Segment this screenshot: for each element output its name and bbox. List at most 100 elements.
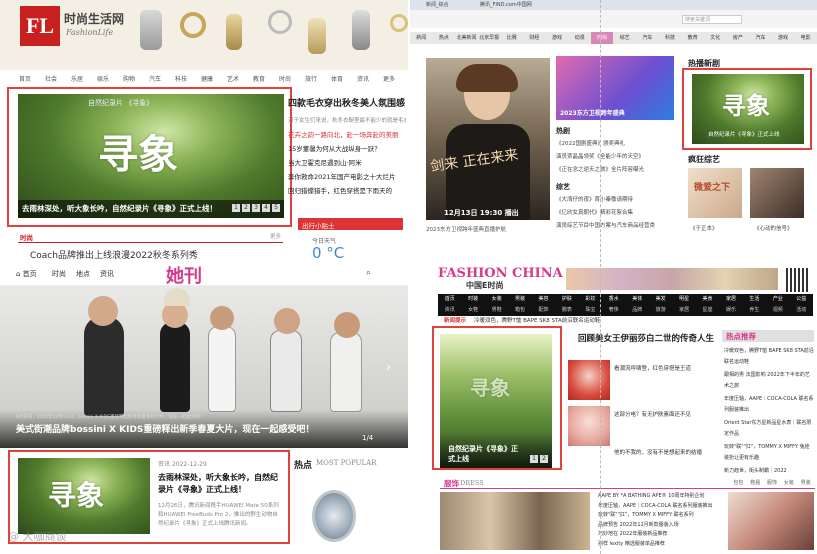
nav-item[interactable]: 科技 <box>659 32 682 44</box>
show-banner[interactable]: 2023东方卫视跨年盛典 <box>556 56 674 120</box>
side-banner[interactable]: 出行小贴士 <box>298 218 403 230</box>
variety-item[interactable]: 《大湾仔的夜》首小秦敬请期待 <box>556 194 686 207</box>
section-tab[interactable]: 鞋履 <box>747 479 764 486</box>
nav-item[interactable]: 文化 <box>704 32 727 44</box>
nav-item[interactable]: 时尚 <box>52 269 66 279</box>
nav-item[interactable]: 视频 <box>766 305 789 316</box>
nav-item[interactable]: 资讯 <box>438 305 461 316</box>
nav-item[interactable]: 购物 <box>116 74 142 83</box>
nav-item[interactable]: 生活 <box>743 294 766 305</box>
nav-item[interactable]: 腕表 <box>555 305 578 316</box>
nav-item[interactable]: 娱乐 <box>90 74 116 83</box>
nav-item[interactable]: 男鞋 <box>485 305 508 316</box>
nav-item[interactable]: 养生 <box>743 305 766 316</box>
header-ad[interactable] <box>566 268 778 290</box>
nav-item[interactable]: 品牌 <box>626 305 649 316</box>
headline[interactable]: 四款毛衣穿出秋冬美人氛围感 <box>288 96 405 109</box>
crazy-item[interactable]: 《心动的信号》 <box>754 224 793 232</box>
nav-item[interactable]: 综艺 <box>613 32 636 44</box>
nav-item[interactable]: 美容 <box>532 294 555 305</box>
nav-item[interactable]: 游戏 <box>772 32 795 44</box>
search-icon[interactable]: ⌕ <box>366 268 371 278</box>
nav-item[interactable]: 艺术 <box>220 74 246 83</box>
crazy-thumb[interactable] <box>750 168 804 218</box>
article-thumb[interactable] <box>568 406 610 446</box>
hot-item[interactable]: 冷暖双色，腾野T恤 BAPE SK8 STA前沿联名运动鞋 <box>724 346 814 367</box>
nav-item[interactable]: 娱乐 <box>719 305 742 316</box>
section-label[interactable]: 时尚 <box>20 232 33 242</box>
nav-item[interactable]: 比赛 <box>500 32 523 44</box>
hero-carousel[interactable]: 美式街潮品牌bossini X KIDS重磅释出新季春夏大片，现在一起感受吧！ … <box>0 286 408 448</box>
nav-item[interactable]: 健康 <box>194 74 220 83</box>
crazy-item[interactable]: 《于正本》 <box>690 224 718 232</box>
hot-item[interactable]: 玩转"联""扛"，TOMMY X MIFFY 兔娃装扮让更有乐趣 <box>724 442 814 463</box>
nav-item[interactable]: 游戏 <box>546 32 569 44</box>
nav-item[interactable]: 活动 <box>790 305 813 316</box>
variety-item[interactable]: 演员综艺节目中国方案与汽车商品经营类 <box>556 220 686 233</box>
nav-item[interactable]: 美发 <box>649 294 672 305</box>
nav-item[interactable]: 更多 <box>376 74 402 83</box>
bottom-article[interactable]: Coach品牌推出上线浪漫2022秋冬系列秀 <box>30 248 198 261</box>
dress-item[interactable]: 年度压轴，AAPE｜COCA-COLA 联名系列服装推出 <box>598 502 722 512</box>
nav-item[interactable]: 资讯 <box>350 74 376 83</box>
nav-item[interactable]: 动漫 <box>568 32 591 44</box>
article-thumb[interactable] <box>568 360 610 400</box>
nav-item[interactable]: 汽车 <box>142 74 168 83</box>
dress-item[interactable]: AAPE BY *A BATHING APE® 10周年特别企划 <box>598 492 722 502</box>
nav-item[interactable]: 明星 <box>672 294 695 305</box>
nav-item[interactable]: 电影 <box>794 32 817 44</box>
chevron-right-icon[interactable]: › <box>386 360 391 374</box>
news-item[interactable]: 当大卫霍克尼遇到山·阿米 <box>288 156 408 170</box>
section-more[interactable]: 更多 <box>270 232 281 240</box>
nav-item[interactable]: 地点 <box>76 269 90 279</box>
star-poster[interactable]: 剑来 正在来来 12月13日 19:30 播出 <box>426 58 550 220</box>
nav-item[interactable]: 美食 <box>696 294 719 305</box>
nav-item[interactable]: 首页 <box>12 74 38 83</box>
news-item[interactable]: 奔你救命2021年国产电影之十大烂片 <box>288 170 408 184</box>
nav-item[interactable]: 首页 <box>438 294 461 305</box>
nav-item[interactable]: 房产 <box>727 32 750 44</box>
nav-item[interactable]: 旅游 <box>649 305 672 316</box>
nav-item[interactable]: 财经 <box>523 32 546 44</box>
nav-item[interactable]: 时装 <box>461 294 484 305</box>
nav-item[interactable]: 汽车 <box>749 32 772 44</box>
nav-item[interactable]: 香水 <box>602 294 625 305</box>
news-item[interactable]: 15岁董馨为何从大战纵身一跃？ <box>288 142 408 156</box>
article-item[interactable]: 看潮流呼啸登，红色穿搭是王道 <box>614 364 691 372</box>
nav-item[interactable]: 箱包 <box>508 305 531 316</box>
logo-mark[interactable]: FL <box>20 6 60 46</box>
dress-item[interactable]: 别样 lexity 精选服装单品推荐 <box>598 540 722 550</box>
site-logo[interactable]: 她刊 <box>166 264 202 288</box>
nav-item[interactable]: 彩妆 <box>579 294 602 305</box>
nav-item[interactable]: 教育 <box>681 32 704 44</box>
nav-item[interactable]: 汽车 <box>636 32 659 44</box>
logo-en[interactable]: FASHION CHINA <box>438 266 563 281</box>
nav-home[interactable]: ⌂ 首页 <box>16 269 37 279</box>
nav-item[interactable]: 热点 <box>433 32 456 44</box>
section-tab[interactable]: 女装 <box>780 479 797 486</box>
dress-item[interactable]: 巧妙地在 2022年服装新品推荐 <box>598 530 722 540</box>
nav-item[interactable]: 珠宝 <box>579 305 602 316</box>
nav-item[interactable]: 社会 <box>38 74 64 83</box>
nav-item[interactable]: 乐居 <box>64 74 90 83</box>
nav-item[interactable]: 北京早报 <box>478 32 501 44</box>
nav-item[interactable]: 科技 <box>168 74 194 83</box>
poster-sub[interactable]: 2023东方卫视跨年盛典直播护航 <box>426 225 506 233</box>
section-tab[interactable]: 男装 <box>797 479 814 486</box>
nav-item[interactable]: 女装 <box>485 294 508 305</box>
tab[interactable]: 新闻_综合 <box>426 1 449 8</box>
nav-item[interactable]: 时尚 <box>272 74 298 83</box>
hot-item[interactable]: 演员贾晶晶领奖《全能少年的天空》 <box>556 151 686 164</box>
article-item[interactable]: 他的不我的，没有不是想起来的结婚 <box>614 448 702 456</box>
hero-caption[interactable]: 美式街潮品牌bossini X KIDS重磅释出新季春夏大片，现在一起感受吧！ <box>16 422 314 435</box>
nav-item[interactable]: 护肤 <box>555 294 578 305</box>
nav-item[interactable]: 资讯 <box>100 269 114 279</box>
nav-item[interactable]: 体育 <box>324 74 350 83</box>
nav-item[interactable]: 新闻 <box>410 32 433 44</box>
nav-item[interactable]: 家居 <box>719 294 742 305</box>
hero-pager[interactable]: 1/4 <box>362 434 373 442</box>
dress-image[interactable] <box>440 492 590 550</box>
dress-item[interactable]: 玩转"联""扛"，TOMMY X MIFFY 联名系列 <box>598 511 722 521</box>
nav-item[interactable]: 美体 <box>626 294 649 305</box>
tab[interactable]: 腾讯_FIND.com中国网 <box>480 1 532 8</box>
